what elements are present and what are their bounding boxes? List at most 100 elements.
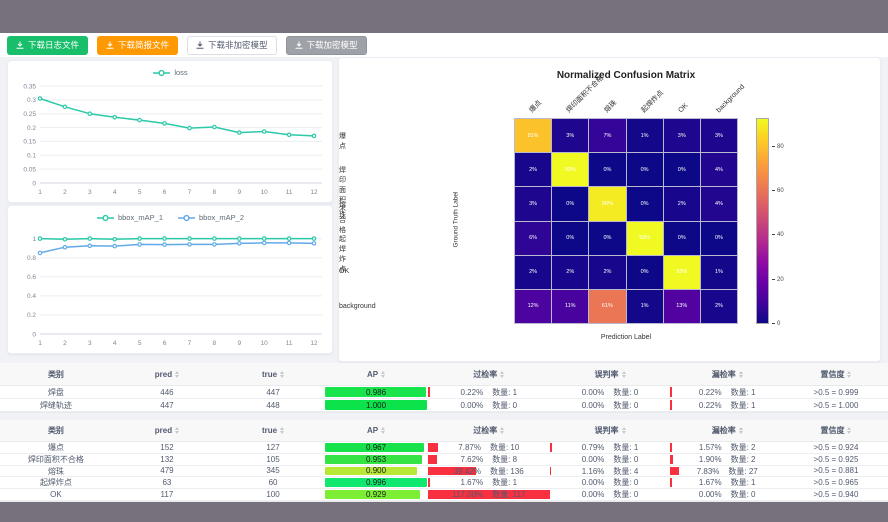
legend-label: loss (174, 68, 187, 77)
pred-cell: 152 (112, 442, 222, 454)
matrix-cell-爆点-焊印面积不合格: 3% (552, 119, 588, 152)
sort-icon[interactable] (739, 427, 743, 434)
svg-text:1: 1 (32, 236, 36, 243)
ap-cell: 0.953 (324, 454, 428, 466)
download-button-3[interactable]: 下载非加密模型 (187, 36, 277, 55)
colorbar-tick: 80 (772, 144, 784, 150)
rate-percent: 1.90% (699, 455, 722, 464)
column-header-true[interactable]: true (222, 420, 324, 442)
column-header-过检率[interactable]: 过检率 (428, 363, 550, 386)
column-header-label: pred (155, 370, 172, 379)
rate-percent: 0.00% (461, 401, 484, 410)
loss-chart-legend: loss (8, 61, 332, 79)
column-header-label: AP (367, 370, 378, 379)
svg-text:0.4: 0.4 (27, 293, 36, 300)
misjudge-cell: 0.00%数量: 0 (550, 489, 671, 501)
svg-text:0: 0 (32, 331, 36, 338)
sort-icon[interactable] (739, 371, 743, 378)
column-header-label: 置信度 (820, 369, 844, 380)
confusion-matrix-grid: 81%3%7%1%3%3%2%93%0%0%0%4%3%0%90%0%2%4%6… (514, 118, 738, 324)
rate-text: 0.00%数量: 0 (582, 387, 639, 398)
legend-marker-icon (177, 214, 196, 222)
rate-text: 1.16%数量: 4 (582, 466, 639, 477)
true-cell: 447 (222, 386, 324, 399)
column-header-label: AP (367, 426, 378, 435)
ap-value: 0.929 (324, 490, 428, 499)
rate-percent: 1.67% (461, 478, 484, 487)
column-header-pred[interactable]: pred (112, 420, 222, 442)
svg-text:11: 11 (286, 189, 293, 196)
column-header-label: true (262, 370, 277, 379)
column-header-true[interactable]: true (222, 363, 324, 386)
column-header-label: 过检率 (473, 369, 497, 380)
map-line-chart: 00.20.40.60.81123456789101112 (8, 224, 330, 350)
missed-cell: 1.57%数量: 2 (670, 442, 784, 454)
download-icon (295, 41, 303, 49)
column-header-置信度[interactable]: 置信度 (784, 420, 888, 442)
sort-icon[interactable] (622, 371, 626, 378)
download-button-label: 下载非加密模型 (208, 39, 268, 51)
column-header-置信度[interactable]: 置信度 (784, 363, 888, 386)
matrix-cell-焊印面积不合格-熔珠: 0% (589, 153, 625, 186)
matrix-cell-熔珠-焊印面积不合格: 0% (552, 187, 588, 220)
matrix-cell-background-OK: 13% (664, 290, 700, 323)
column-header-误判率[interactable]: 误判率 (550, 363, 671, 386)
table-row: 爆点1521270.9677.87%数量: 100.79%数量: 11.57%数… (0, 442, 888, 454)
overdetect-cell: 117.00%数量: 117 (428, 489, 550, 501)
column-header-AP[interactable]: AP (324, 363, 428, 386)
confidence-cell: >0.5 = 1.000 (784, 399, 888, 412)
legend-item-loss[interactable]: loss (152, 68, 187, 77)
sort-icon[interactable] (500, 427, 504, 434)
matrix-cell-爆点-background: 3% (701, 119, 737, 152)
sort-icon[interactable] (175, 371, 179, 378)
download-button-2[interactable]: 下载简报文件 (97, 36, 178, 55)
column-header-AP[interactable]: AP (324, 420, 428, 442)
column-header-pred[interactable]: pred (112, 363, 222, 386)
column-header-漏检率[interactable]: 漏检率 (670, 363, 784, 386)
missed-cell: 1.67%数量: 1 (670, 477, 784, 489)
download-button-label: 下载日志文件 (28, 39, 79, 51)
column-header-过检率[interactable]: 过检率 (428, 420, 550, 442)
column-header-漏检率[interactable]: 漏检率 (670, 420, 784, 442)
legend-item-bbox_mAP_2[interactable]: bbox_mAP_2 (177, 213, 244, 222)
sort-icon[interactable] (381, 371, 385, 378)
legend-marker-icon (96, 214, 115, 222)
sort-icon[interactable] (622, 427, 626, 434)
table-row: OK1171000.929117.00%数量: 1170.00%数量: 00.0… (0, 489, 888, 501)
rate-count: 数量: 8 (492, 454, 517, 465)
confidence-cell: >0.5 = 0.965 (784, 477, 888, 489)
rate-count: 数量: 136 (490, 466, 524, 477)
download-button-label: 下载加密模型 (307, 39, 358, 51)
ap-cell: 0.996 (324, 477, 428, 489)
rate-count: 数量: 2 (731, 454, 756, 465)
sort-icon[interactable] (847, 427, 851, 434)
download-button-4[interactable]: 下载加密模型 (286, 36, 367, 55)
sort-icon[interactable] (500, 371, 504, 378)
rate-percent: 7.87% (458, 443, 481, 452)
matrix-cell-background-熔珠: 61% (589, 290, 625, 323)
sort-icon[interactable] (280, 371, 284, 378)
sort-icon[interactable] (847, 371, 851, 378)
pred-cell: 446 (112, 386, 222, 399)
column-header-label: 误判率 (595, 425, 619, 436)
download-icon (196, 41, 204, 49)
category-cell: 焊缝轨迹 (0, 399, 112, 412)
rate-text: 7.62%数量: 8 (461, 454, 518, 465)
misjudge-cell: 0.00%数量: 0 (550, 454, 671, 466)
column-header-误判率[interactable]: 误判率 (550, 420, 671, 442)
sort-icon[interactable] (381, 427, 385, 434)
ap-value: 0.900 (324, 466, 428, 475)
table-row: 熔珠4793450.90039.42%数量: 1361.16%数量: 47.83… (0, 466, 888, 478)
overdetect-cell: 0.00%数量: 0 (428, 399, 550, 412)
matrix-col-label: background (714, 83, 746, 115)
legend-item-bbox_mAP_1[interactable]: bbox_mAP_1 (96, 213, 163, 222)
download-button-1[interactable]: 下载日志文件 (7, 36, 88, 55)
metrics-table-2: 类别predtrueAP过检率误判率漏检率置信度爆点1521270.9677.8… (0, 420, 888, 502)
rate-percent: 0.00% (582, 388, 605, 397)
sort-icon[interactable] (175, 427, 179, 434)
matrix-cell-background-焊印面积不合格: 11% (552, 290, 588, 323)
svg-text:9: 9 (237, 340, 241, 347)
sort-icon[interactable] (280, 427, 284, 434)
colorbar-tick: 0 (772, 321, 780, 327)
svg-text:0.6: 0.6 (27, 274, 36, 281)
